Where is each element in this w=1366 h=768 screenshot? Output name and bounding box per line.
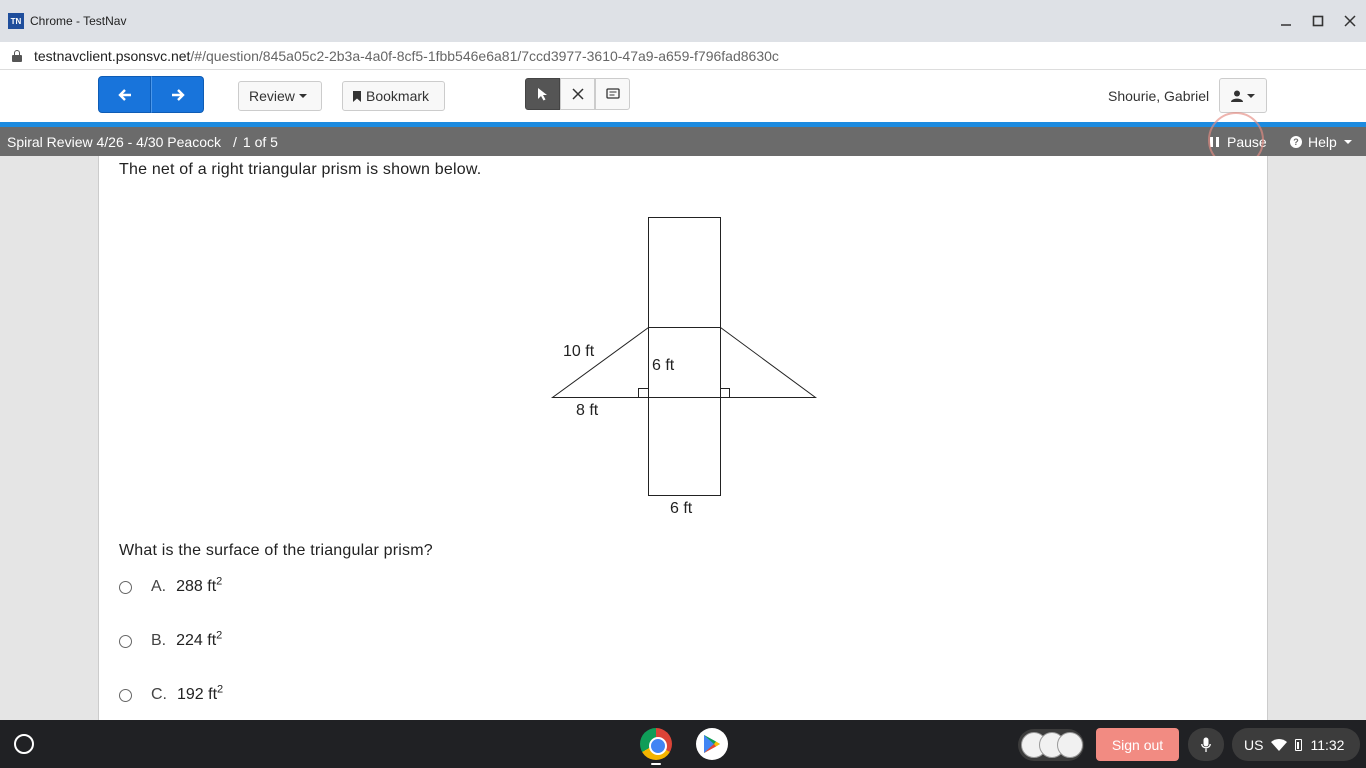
tools-group [525, 78, 630, 110]
label-length: 6 ft [670, 500, 693, 517]
maximize-icon[interactable] [1302, 0, 1334, 42]
choice-exponent: 2 [216, 575, 223, 588]
choice-text: 224 ft2 [176, 629, 223, 650]
bookmark-label: Bookmark [366, 88, 430, 104]
os-taskbar: Sign out US 11:32 [0, 720, 1366, 768]
sign-out-button[interactable]: Sign out [1096, 728, 1179, 761]
test-title: Spiral Review 4/26 - 4/30 Peacock [7, 133, 221, 150]
navigation-group [98, 76, 204, 113]
line-reader-icon [605, 88, 620, 99]
arrow-left-icon [117, 88, 131, 101]
user-name: Shourie, Gabriel [1108, 88, 1210, 104]
prism-net-diagram: 10 ft 6 ft 8 ft 6 ft [550, 217, 818, 517]
label-height: 6 ft [652, 357, 675, 374]
radio-button[interactable] [119, 580, 132, 594]
choice-letter: C. [151, 686, 167, 703]
caret-down-icon [298, 94, 307, 98]
keyboard-layout: US [1244, 736, 1264, 753]
caret-down-icon [1343, 139, 1352, 144]
bookmark-button[interactable]: Bookmark [342, 81, 445, 111]
right-angle-mark-right [720, 388, 730, 398]
help-label: Help [1308, 133, 1337, 150]
next-button[interactable] [151, 76, 204, 113]
lock-icon [12, 49, 22, 62]
net-top-rectangle [648, 217, 721, 328]
pointer-icon [537, 88, 547, 101]
battery-icon [1295, 738, 1303, 751]
url-path: /#/question/845a05c2-2b3a-4a0f-8cf5-1fbb… [190, 47, 779, 64]
cross-out-icon [571, 88, 584, 100]
testnav-logo: TN [8, 13, 24, 29]
previous-button[interactable] [98, 76, 151, 113]
radio-button[interactable] [119, 688, 132, 702]
choice-c[interactable]: C. 192 ft2 [119, 683, 223, 707]
net-bottom-rectangle [648, 397, 721, 496]
close-icon[interactable] [1334, 0, 1366, 42]
choice-exponent: 2 [217, 683, 224, 696]
choice-value: 288 ft [176, 578, 217, 595]
title-separator: / [233, 133, 237, 150]
status-tray[interactable]: US 11:32 [1232, 728, 1360, 761]
review-label: Review [249, 88, 295, 104]
arrow-right-icon [171, 88, 185, 101]
launcher-icon[interactable] [14, 734, 34, 754]
play-store-icon[interactable] [696, 728, 728, 760]
question-panel: The net of a right triangular prism is s… [98, 156, 1268, 720]
choice-letter: B. [151, 632, 167, 649]
choice-exponent: 2 [216, 629, 223, 642]
line-reader-button[interactable] [595, 78, 630, 110]
choice-letter: A. [151, 578, 167, 595]
question-text: What is the surface of the triangular pr… [119, 542, 433, 559]
choice-text: 288 ft2 [176, 575, 223, 596]
active-app-indicator [651, 763, 661, 765]
url-host: testnavclient.psonsvc.net [34, 47, 191, 64]
page-count: 1 of 5 [242, 133, 278, 150]
label-hypotenuse: 10 ft [563, 343, 595, 360]
help-icon: ? [1290, 135, 1302, 148]
choice-text: 192 ft2 [177, 683, 224, 704]
answer-eliminator-button[interactable] [560, 78, 595, 110]
help-button[interactable]: ? Help [1290, 127, 1352, 156]
radio-button[interactable] [119, 634, 132, 648]
user-icon [1231, 90, 1243, 102]
microphone-icon[interactable] [1188, 728, 1224, 761]
clock: 11:32 [1310, 736, 1345, 753]
choice-b[interactable]: B. 224 ft2 [119, 629, 222, 653]
bookmark-icon [353, 90, 361, 102]
url-text[interactable]: testnavclient.psonsvc.net/#/question/845… [34, 48, 779, 64]
caret-down-icon [1247, 93, 1255, 98]
user-menu-button[interactable] [1219, 78, 1267, 113]
review-button[interactable]: Review [238, 81, 322, 111]
window-controls [1270, 0, 1366, 42]
wifi-icon [1271, 738, 1288, 751]
testnav-toolbar: Review Bookmark Shourie, Gabriel [0, 70, 1366, 122]
minimize-icon[interactable] [1270, 0, 1302, 42]
address-bar[interactable]: testnavclient.psonsvc.net/#/question/845… [0, 42, 1366, 70]
choice-a[interactable]: A. 288 ft2 [119, 575, 222, 599]
window-title: Chrome - TestNav [30, 14, 127, 28]
choice-value: 192 ft [177, 686, 218, 703]
holding-space-tray[interactable] [1018, 729, 1084, 761]
choice-value: 224 ft [176, 632, 217, 649]
window-titlebar: TN Chrome - TestNav [0, 0, 1366, 42]
chrome-icon[interactable] [640, 728, 672, 760]
net-right-triangle [720, 327, 818, 398]
pointer-tool-button[interactable] [525, 78, 560, 110]
test-status-bar: Spiral Review 4/26 - 4/30 Peacock / 1 of… [0, 127, 1366, 156]
right-angle-mark-left [638, 388, 649, 398]
net-left-triangle [550, 327, 649, 398]
label-base: 8 ft [576, 402, 599, 419]
